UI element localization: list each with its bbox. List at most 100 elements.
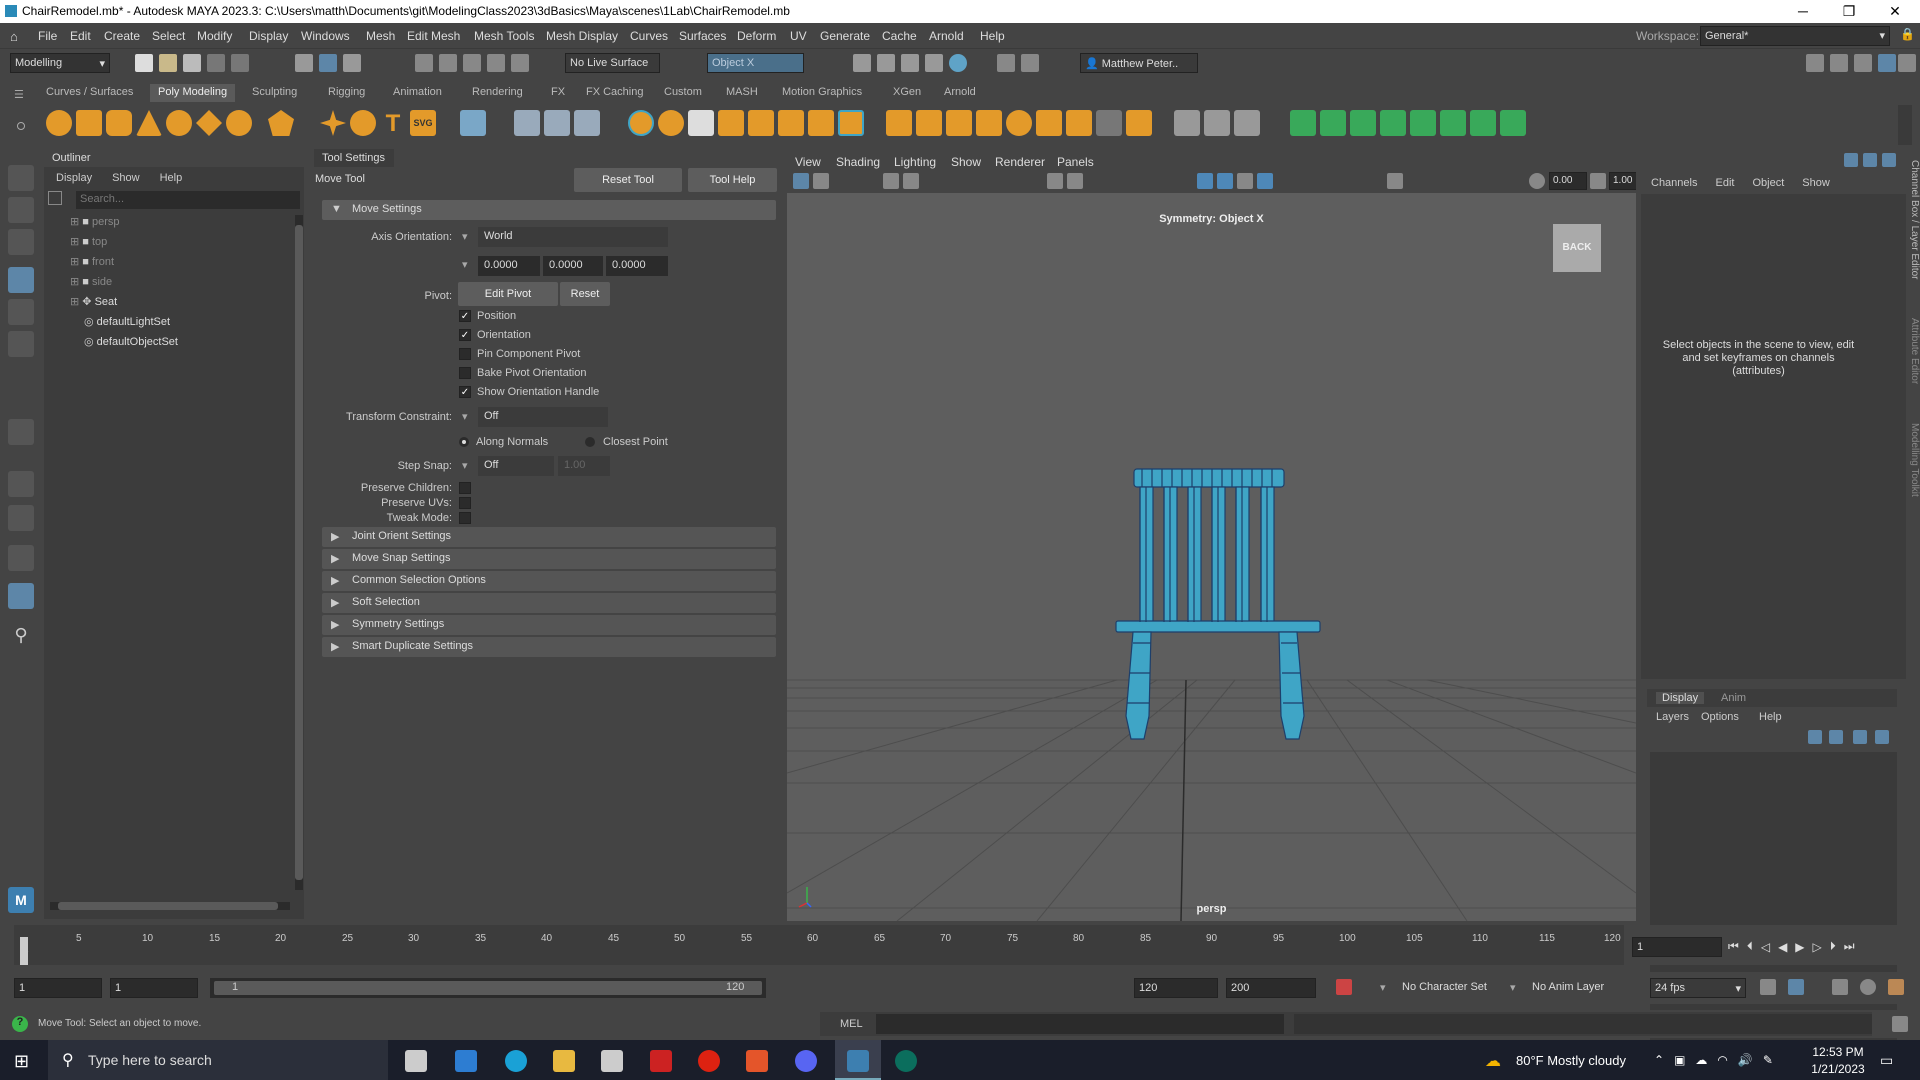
poke-icon[interactable]: [1036, 110, 1062, 136]
animation-start-field[interactable]: 1: [14, 978, 102, 998]
search-icon[interactable]: ⚲: [8, 625, 34, 651]
separate-icon[interactable]: [658, 110, 684, 136]
select-component-icon[interactable]: [343, 54, 361, 72]
edit-pivot-button[interactable]: Edit Pivot: [458, 282, 558, 306]
bevel-icon[interactable]: [946, 110, 972, 136]
new-layer-selected-icon[interactable]: [1829, 730, 1843, 744]
edge-browser-icon[interactable]: [505, 1050, 527, 1072]
poly-plane-icon[interactable]: [196, 110, 222, 136]
side-tab-attribute-editor[interactable]: Attribute Editor: [1906, 318, 1920, 408]
outliner-item-defaultobjectset[interactable]: ◎ defaultObjectSet: [84, 335, 178, 353]
volume-icon[interactable]: 🔊: [1738, 1053, 1753, 1067]
onedrive-icon[interactable]: ☁: [1695, 1053, 1707, 1067]
menu-file[interactable]: File: [38, 29, 57, 43]
outliner-menu-display[interactable]: Display: [56, 172, 92, 184]
insert-edge-loop-icon[interactable]: [1096, 110, 1122, 136]
menu-cache[interactable]: Cache: [882, 29, 917, 43]
taskbar-search[interactable]: ⚲ Type here to search: [48, 1040, 388, 1080]
exposure-icon[interactable]: [1529, 173, 1545, 189]
clock-time[interactable]: 12:53 PM: [1808, 1045, 1868, 1059]
loop-icon[interactable]: [1760, 979, 1776, 995]
menu-deform[interactable]: Deform: [737, 29, 776, 43]
user-account-dropdown[interactable]: 👤 Matthew Peter..: [1080, 53, 1198, 73]
channel-menu-show[interactable]: Show: [1802, 177, 1830, 189]
outliner-vscrollbar[interactable]: [295, 215, 303, 890]
film-gate-icon[interactable]: [1067, 173, 1083, 189]
object-mode-icon[interactable]: [544, 110, 570, 136]
offset-edge-loop-icon[interactable]: [1126, 110, 1152, 136]
shelf-tab-xgen[interactable]: XGen: [885, 84, 929, 102]
workspace-dropdown[interactable]: General* ▾: [1700, 26, 1890, 46]
shelf-tab-poly-modeling[interactable]: Poly Modeling: [150, 84, 236, 102]
connect-icon[interactable]: [1234, 110, 1260, 136]
isolate-select-icon[interactable]: [1387, 173, 1403, 189]
toggle-tool-settings-icon[interactable]: [1854, 54, 1872, 72]
append-polygon-icon[interactable]: [976, 110, 1002, 136]
taskbar-maya-active[interactable]: [835, 1040, 881, 1080]
menu-edit[interactable]: Edit: [70, 29, 91, 43]
channel-menu-object[interactable]: Object: [1752, 177, 1784, 189]
file-explorer-icon[interactable]: [553, 1050, 575, 1072]
tool-help-button[interactable]: Tool Help: [688, 168, 777, 192]
orientation-checkbox[interactable]: ✓: [459, 329, 471, 341]
boolean-union-icon[interactable]: [718, 110, 744, 136]
cache-playback-icon[interactable]: [1788, 979, 1804, 995]
move-layer-down-icon[interactable]: [1875, 730, 1889, 744]
weather-text[interactable]: 80°F Mostly cloudy: [1516, 1053, 1626, 1068]
menu-arnold[interactable]: Arnold: [929, 29, 964, 43]
go-to-end-icon[interactable]: ⏭: [1844, 939, 1855, 954]
menu-select[interactable]: Select: [152, 29, 185, 43]
grid-icon[interactable]: [1047, 173, 1063, 189]
mel-label[interactable]: MEL: [840, 1018, 863, 1030]
select-by-component-icon[interactable]: [514, 110, 540, 136]
filter-icon[interactable]: [48, 191, 62, 205]
section-move-snap-settings[interactable]: ▶ Move Snap Settings: [322, 549, 776, 569]
character-set-dropdown[interactable]: No Character Set: [1402, 981, 1487, 993]
toggle-attribute-editor-icon[interactable]: [1830, 54, 1848, 72]
shelf-tab-custom[interactable]: Custom: [656, 84, 710, 102]
outliner-layout-icon[interactable]: [8, 583, 34, 609]
multi-cut-icon[interactable]: [574, 110, 600, 136]
mel-command-input[interactable]: [876, 1014, 1284, 1034]
viewport-menu-view[interactable]: View: [795, 155, 821, 169]
auto-key-icon[interactable]: [1336, 979, 1352, 995]
shelf-scrollbar[interactable]: [1898, 105, 1912, 145]
modeling-toolkit-icon[interactable]: [460, 110, 486, 136]
render-settings-icon[interactable]: [925, 54, 943, 72]
axis-y-field[interactable]: 0.0000: [543, 256, 603, 276]
layer-tab-display[interactable]: Display: [1656, 692, 1705, 704]
step-snap-amount-field[interactable]: 1.00: [558, 456, 610, 476]
snap-grid-icon[interactable]: [415, 54, 433, 72]
arnold-render-icon[interactable]: [997, 54, 1015, 72]
viewport-menu-show[interactable]: Show: [951, 155, 981, 169]
wireframe-on-shaded-icon[interactable]: [1197, 173, 1213, 189]
section-symmetry-settings[interactable]: ▶ Symmetry Settings: [322, 615, 776, 635]
menu-display[interactable]: Display: [249, 29, 288, 43]
move-tool-icon[interactable]: [8, 267, 34, 293]
axis-orientation-dropdown[interactable]: World: [478, 227, 668, 247]
menu-create[interactable]: Create: [104, 29, 140, 43]
planar-uv-icon[interactable]: [1290, 110, 1316, 136]
single-perspective-layout-icon[interactable]: [8, 471, 34, 497]
lock-icon[interactable]: 🔒: [1900, 27, 1915, 41]
super-shape-icon[interactable]: [320, 110, 346, 136]
poly-torus-icon[interactable]: [166, 110, 192, 136]
save-scene-icon[interactable]: [183, 54, 201, 72]
play-backwards-icon[interactable]: ◀: [1778, 940, 1787, 954]
go-to-start-icon[interactable]: ⏮: [1728, 939, 1739, 954]
render-current-icon[interactable]: [877, 54, 895, 72]
animation-end-field[interactable]: 200: [1226, 978, 1316, 998]
app-icon-green[interactable]: [895, 1050, 917, 1072]
hypershade-icon[interactable]: [949, 54, 967, 72]
shelf-settings-icon[interactable]: [17, 122, 25, 130]
outliner-item-side[interactable]: ⊞ ■ side: [70, 275, 112, 293]
close-button[interactable]: ✕: [1872, 0, 1918, 23]
channel-menu-channels[interactable]: Channels: [1651, 177, 1697, 189]
bake-pivot-orientation-checkbox[interactable]: [459, 367, 471, 379]
platonic-solid-icon[interactable]: [268, 110, 294, 136]
home-icon[interactable]: ⌂: [10, 29, 18, 44]
poly-disc-icon[interactable]: [226, 110, 252, 136]
app-icon-red[interactable]: [650, 1050, 672, 1072]
section-common-selection-options[interactable]: ▶ Common Selection Options: [322, 571, 776, 591]
menu-generate[interactable]: Generate: [820, 29, 870, 43]
